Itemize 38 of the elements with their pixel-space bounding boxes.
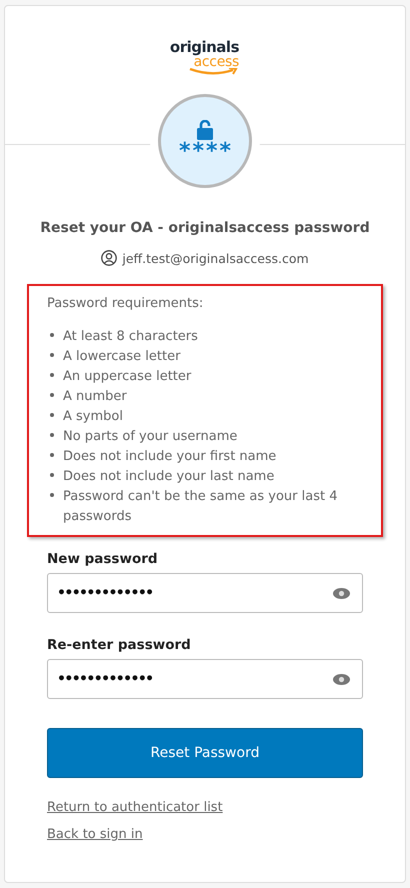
page-title: Reset your OA - originalsaccess password — [39, 220, 371, 236]
requirement-text: A number — [63, 388, 127, 406]
requirement-text: Does not include your last name — [63, 468, 274, 486]
bullet-icon — [50, 453, 54, 457]
unlocked-padlock-icon — [197, 120, 213, 140]
requirement-text: An uppercase letter — [63, 368, 192, 386]
logo-text: access — [194, 55, 239, 69]
text-link[interactable]: Return to authenticator list — [47, 800, 223, 815]
requirement-text: Does not include your first name — [63, 448, 276, 466]
reset-password-button[interactable]: Reset Password — [47, 728, 363, 778]
requirement-text: At least 8 characters — [63, 328, 198, 346]
password-field[interactable]: ••••••••••••• — [47, 659, 363, 699]
masked-password: ••••••••••••• — [57, 671, 153, 687]
requirement-text: No parts of your username — [63, 428, 238, 446]
requirement-text: A symbol — [63, 408, 123, 426]
account-email: jeff.test@originalsaccess.com — [122, 250, 309, 266]
bullet-icon — [50, 433, 54, 437]
masked-password: ••••••••••••• — [57, 585, 153, 601]
text-link[interactable]: Back to sign in — [47, 827, 143, 842]
eye-icon[interactable] — [333, 588, 350, 598]
logo-text: originals — [170, 40, 239, 55]
field-label: New password — [47, 551, 159, 567]
bullet-icon — [50, 373, 54, 377]
requirements-heading: Password requirements: — [47, 296, 204, 311]
field-label: Re-enter password — [47, 637, 192, 653]
eye-icon[interactable] — [333, 674, 350, 684]
requirement-text: Password can't be the same as your last 4 passwords — [63, 488, 338, 526]
bullet-icon — [50, 393, 54, 397]
smile-arrow-icon — [188, 68, 238, 76]
bullet-icon — [50, 493, 54, 497]
bullet-icon — [50, 473, 54, 477]
user-icon — [101, 250, 118, 266]
bullet-icon — [50, 413, 54, 417]
password-field[interactable]: ••••••••••••• — [47, 573, 363, 613]
bullet-icon — [50, 353, 54, 357]
requirement-text: A lowercase letter — [63, 348, 180, 366]
badge-text: **** — [178, 142, 234, 162]
bullet-icon — [50, 333, 54, 337]
